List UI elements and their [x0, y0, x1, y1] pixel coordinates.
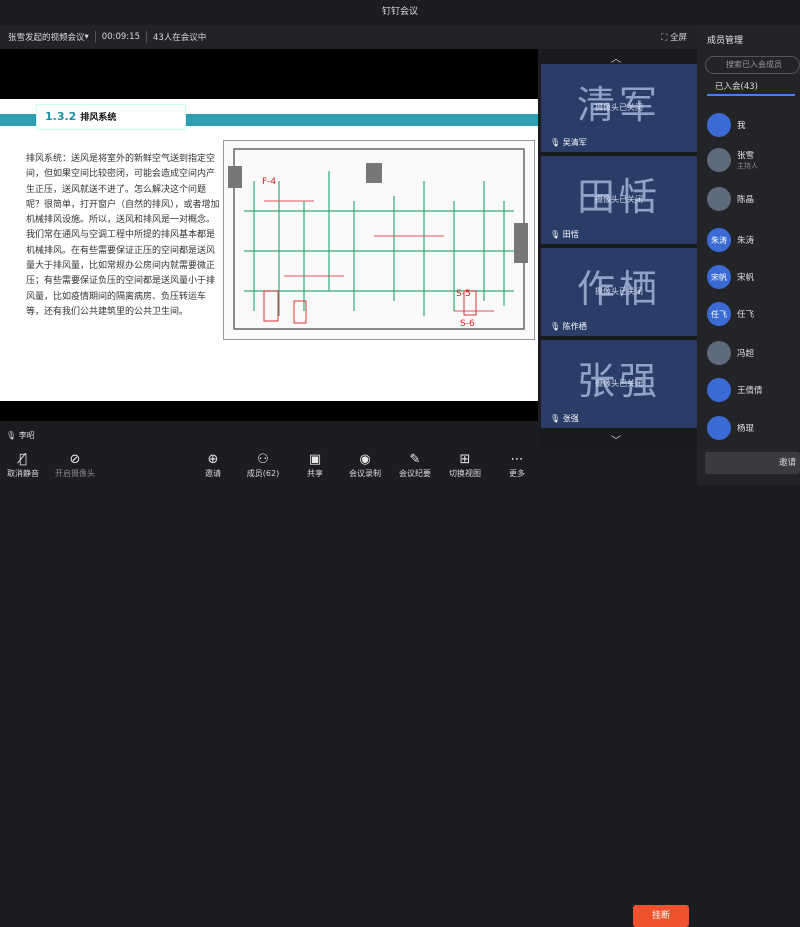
plan-label-s5: S-5 [456, 289, 471, 299]
add-user-icon: ⊕ [207, 452, 219, 467]
avatar [707, 187, 731, 211]
slide-body-text: 排风系统：送风是将室外的新鲜空气送到指定空间，但如果空间比较密闭，可能会造成空间… [26, 154, 220, 317]
window-title: 钉钉会议 [0, 0, 800, 25]
tile-name: 🎙 吴清军 [550, 138, 587, 147]
avatar [707, 113, 731, 137]
plan-label-f4: F-4 [262, 177, 276, 187]
users-icon: ⚇ [257, 452, 269, 467]
tab-joined[interactable]: 已入会(43) [715, 80, 758, 92]
mute-button[interactable]: 🎙̸ 取消静音 [0, 451, 46, 479]
member-row[interactable]: 王倩倩 [707, 377, 797, 403]
divider [94, 31, 96, 43]
avatar: 宋帆 [707, 265, 731, 289]
video-tile[interactable]: 张强 摄像头已关闭 🎙 张强 [541, 340, 697, 428]
avatar [707, 341, 731, 365]
tile-name: 🎙 陈作栖 [550, 322, 587, 331]
member-search-input[interactable]: 搜索已入会成员 [705, 56, 800, 74]
member-row[interactable]: 冯超 [707, 340, 797, 366]
slide-heading-bar-right [190, 114, 538, 126]
record-button[interactable]: ◉ 会议录制 [342, 451, 388, 479]
camera-status: 摄像头已关闭 [595, 195, 643, 204]
members-button[interactable]: ⚇ 成员(62) [240, 451, 286, 479]
camera-status: 摄像头已关闭 [595, 103, 643, 112]
video-tile[interactable]: 田恬 摄像头已关闭 🎙 田恬 [541, 156, 697, 244]
video-tile[interactable]: 清军 摄像头已关闭 🎙 吴清军 [541, 64, 697, 152]
avatar [707, 148, 731, 172]
slide-heading: 1.3.2 排风系统 [36, 104, 186, 130]
member-name: 冯超 [737, 349, 755, 359]
scroll-down-icon[interactable]: ﹀ [611, 432, 621, 447]
member-row[interactable]: 我 [707, 112, 797, 138]
share-button[interactable]: ▣ 共享 [292, 451, 338, 479]
member-name: 杨琨 [737, 424, 755, 434]
member-name: 朱涛 [737, 236, 755, 246]
camera-status: 摄像头已关闭 [595, 379, 643, 388]
tile-name: 🎙 田恬 [550, 230, 579, 239]
grid-view-icon: ⊞ [459, 452, 471, 467]
end-call-button[interactable]: 挂断 [633, 905, 689, 927]
more-button[interactable]: ⋯ 更多 [494, 451, 540, 479]
meeting-duration: 00:09:15 [101, 32, 140, 42]
divider [145, 31, 147, 43]
member-row[interactable]: 朱涛 朱涛 [707, 227, 797, 253]
camera-status: 摄像头已关闭 [595, 287, 643, 296]
camera-button[interactable]: ⊘ 开启摄像头 [52, 451, 98, 479]
invite-button[interactable]: 邀请 [705, 452, 800, 474]
avatar: 任飞 [707, 302, 731, 326]
camera-off-icon: ⊘ [69, 452, 81, 467]
avatar [707, 378, 731, 402]
active-speaker: 🎙 李昭 [6, 431, 35, 440]
tab-indicator [707, 94, 795, 96]
meeting-info-bar: 张雪发起的视频会议 ▾ 00:09:15 43人在会议中 ⛶ 全屏 [0, 25, 697, 49]
fullscreen-button[interactable]: ⛶ 全屏 [661, 31, 687, 43]
member-row[interactable]: 任飞 任飞 [707, 301, 797, 327]
plan-label-s6: S-6 [460, 319, 475, 329]
floor-plan-drawing: F-4 S-5 S-6 [223, 140, 535, 340]
member-name: 任飞 [737, 310, 755, 320]
member-row[interactable]: 张雪 主持人 [707, 147, 797, 173]
member-panel: 成员管理 搜索已入会成员 已入会(43) 我 张雪 主持人 陈晶 朱涛 朱涛 宋帆宋… [697, 25, 800, 485]
panel-title: 成员管理 [707, 36, 744, 46]
member-name: 我 [737, 121, 746, 131]
more-icon: ⋯ [510, 452, 524, 467]
member-name: 宋帆 [737, 273, 755, 283]
heading-text: 排风系统 [80, 113, 117, 123]
scroll-up-icon[interactable]: ︿ [611, 50, 621, 65]
member-row[interactable]: 宋帆 宋帆 [707, 264, 797, 290]
chevron-down-icon[interactable]: ▾ [85, 32, 89, 42]
video-tile-column[interactable]: 清军 摄像头已关闭 🎙 吴清军 田恬 摄像头已关闭 🎙 田恬 作栖 摄像头已关闭… [541, 49, 697, 449]
member-row[interactable]: 杨琨 [707, 415, 797, 441]
record-icon: ◉ [359, 452, 371, 467]
avatar [707, 416, 731, 440]
member-name: 张雪 [737, 151, 755, 161]
member-name: 陈晶 [737, 195, 755, 205]
member-role: 主持人 [737, 162, 758, 170]
meeting-title[interactable]: 张雪发起的视频会议 [0, 31, 85, 43]
minutes-icon: ✎ [409, 452, 421, 467]
meeting-toolbar: 🎙̸ 取消静音 ⊘ 开启摄像头 ⊕ 邀请 ⚇ 成员(62) ▣ 共享 ◉ 会议录制 ✎ 会议纪… [0, 449, 697, 927]
minutes-button[interactable]: ✎ 会议纪要 [392, 451, 438, 479]
member-row[interactable]: 陈晶 [707, 186, 797, 212]
invite-toolbar-button[interactable]: ⊕ 邀请 [190, 451, 236, 479]
switch-view-button[interactable]: ⊞ 切换视图 [442, 451, 488, 479]
attendee-count: 43人在会议中 [152, 33, 207, 43]
avatar: 朱涛 [707, 228, 731, 252]
share-screen-icon: ▣ [308, 452, 322, 467]
fullscreen-icon: ⛶ [661, 33, 670, 43]
video-tile[interactable]: 作栖 摄像头已关闭 🎙 陈作栖 [541, 248, 697, 336]
heading-number: 1.3.2 [45, 110, 77, 123]
microphone-muted-icon: 🎙̸ [19, 452, 27, 467]
microphone-icon: 🎙 [6, 431, 19, 440]
tile-name: 🎙 张强 [550, 414, 579, 423]
member-name: 王倩倩 [737, 386, 763, 396]
